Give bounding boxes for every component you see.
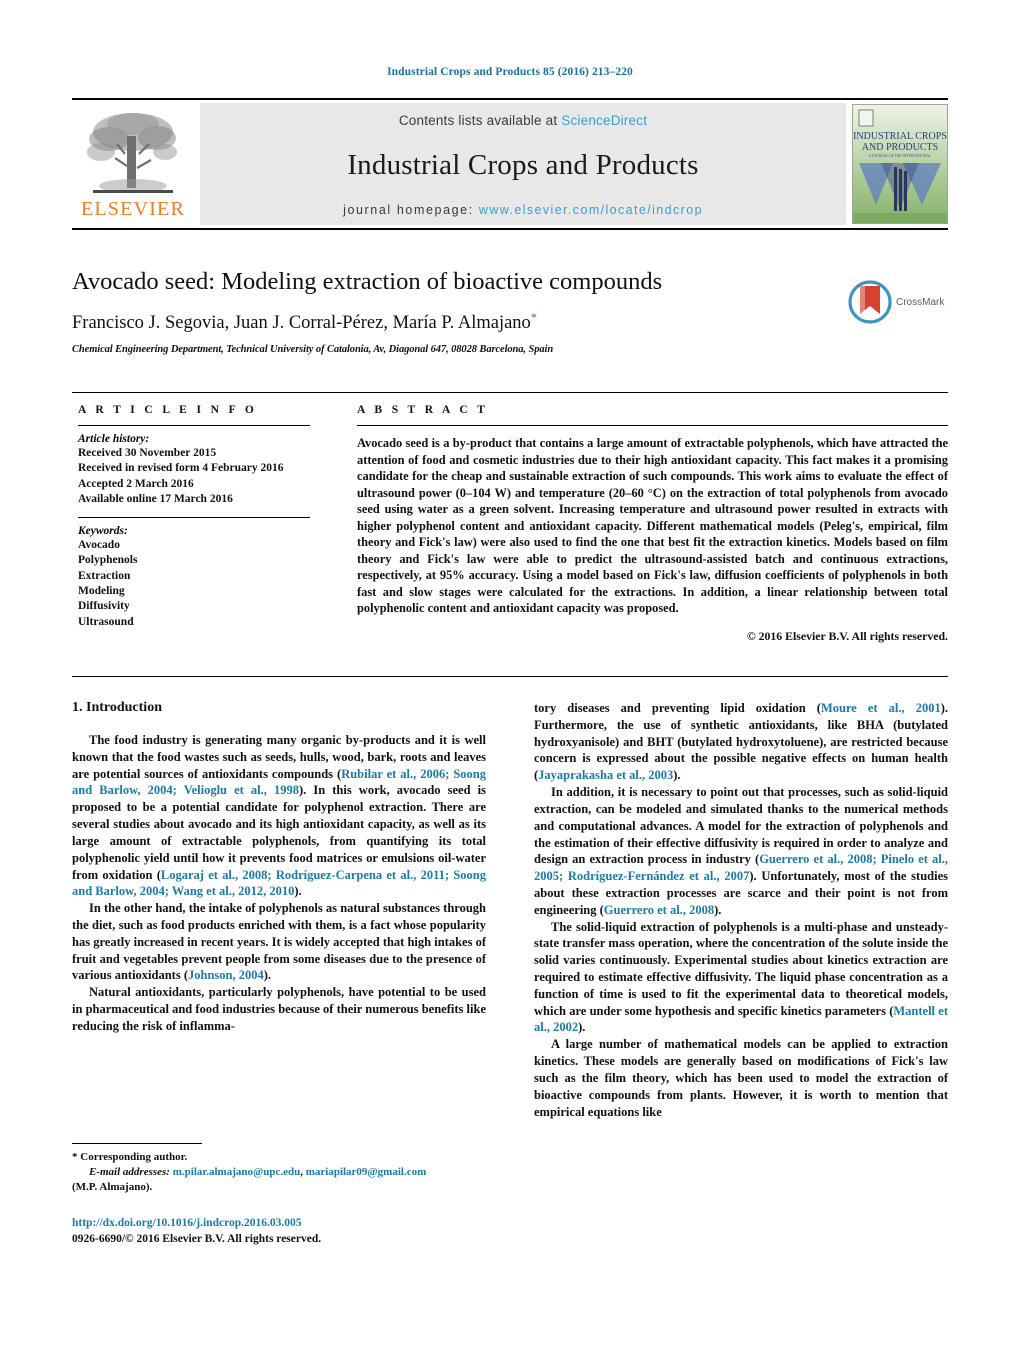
svg-text:A JOURNAL OF THE INTERNATIONAL: A JOURNAL OF THE INTERNATIONAL: [869, 154, 932, 158]
email-addresses-label: E-mail addresses:: [89, 1165, 170, 1178]
paragraph-text: ).: [578, 1020, 586, 1035]
footnote-block: * Corresponding author. E-mail addresses…: [72, 1143, 486, 1195]
crossmark-badge[interactable]: CrossMark: [848, 280, 948, 324]
article-info-column: A R T I C L E I N F O Article history: R…: [78, 404, 310, 630]
footer-block: http://dx.doi.org/10.1016/j.indcrop.2016…: [72, 1215, 486, 1247]
paragraph-text: The solid-liquid extraction of polypheno…: [534, 919, 948, 1018]
contents-available-line: Contents lists available at ScienceDirec…: [399, 113, 647, 128]
keyword-1: Polyphenols: [78, 554, 138, 567]
section-heading-introduction: 1. Introduction: [72, 700, 162, 715]
body-column-right: tory diseases and preventing lipid oxida…: [534, 700, 948, 1120]
journal-homepage-link[interactable]: www.elsevier.com/locate/indcrop: [479, 203, 703, 217]
abstract-rule: [357, 425, 948, 426]
publisher-logo: ELSEVIER: [72, 100, 194, 228]
body-paragraph: In addition, it is necessary to point ou…: [534, 784, 948, 919]
article-title-block: Avocado seed: Modeling extraction of bio…: [72, 268, 948, 355]
body-paragraph: The food industry is generating many org…: [72, 732, 486, 900]
journal-cover-image: INDUSTRIAL CROPS AND PRODUCTS A JOURNAL …: [853, 105, 947, 223]
footnote-rule: [72, 1143, 202, 1144]
email-addresses-note: E-mail addresses: m.pilar.almajano@upc.e…: [72, 1165, 486, 1180]
body-paragraph: A large number of mathematical models ca…: [534, 1036, 948, 1120]
body-paragraph: The solid-liquid extraction of polypheno…: [534, 919, 948, 1037]
crossmark-label: CrossMark: [896, 296, 945, 308]
body-paragraph: In the other hand, the intake of polyphe…: [72, 900, 486, 984]
paragraph-text: ).: [294, 884, 302, 899]
right-paragraph-container: tory diseases and preventing lipid oxida…: [534, 700, 948, 1120]
article-history-heading: Article history:: [78, 433, 150, 445]
keyword-4: Diffusivity: [78, 600, 130, 613]
email-owner: (M.P. Almajano).: [72, 1180, 153, 1193]
email-link-1[interactable]: m.pilar.almajano@upc.edu: [173, 1166, 300, 1178]
publisher-wordmark: ELSEVIER: [80, 198, 186, 220]
crossmark-icon: [848, 280, 892, 324]
abstract-copyright: © 2016 Elsevier B.V. All rights reserved…: [746, 629, 948, 644]
left-paragraph-container: The food industry is generating many org…: [72, 732, 486, 1035]
keywords-heading: Keywords:: [78, 525, 128, 538]
abstract-column: A B S T R A C T Avocado seed is a by-pro…: [357, 404, 948, 644]
journal-homepage-line: journal homepage: www.elsevier.com/locat…: [343, 203, 703, 217]
keyword-3: Modeling: [78, 584, 125, 597]
masthead-center-panel: Contents lists available at ScienceDirec…: [200, 103, 846, 225]
article-history-2: Accepted 2 March 2016: [78, 477, 194, 490]
corresponding-author-marker: *: [530, 310, 537, 325]
contents-prefix: Contents lists available at: [398, 113, 562, 128]
paragraph-text: tory diseases and preventing lipid oxida…: [534, 701, 821, 715]
journal-masthead: ELSEVIER Contents lists available at Sci…: [72, 98, 948, 230]
article-info-heading: A R T I C L E I N F O: [78, 404, 258, 416]
svg-text:INDUSTRIAL CROPS: INDUSTRIAL CROPS: [853, 131, 947, 142]
paragraph-text: Natural antioxidants, particularly polyp…: [72, 985, 486, 1033]
issn-copyright-line: 0926-6690/© 2016 Elsevier B.V. All right…: [72, 1233, 322, 1246]
keywords-rule: [78, 517, 310, 519]
author-list: Francisco J. Segovia, Juan J. Corral-Pér…: [72, 310, 948, 334]
keyword-0: Avocado: [78, 539, 120, 552]
paragraph-text: A large number of mathematical models ca…: [534, 1037, 948, 1119]
elsevier-tree-icon: [87, 113, 177, 193]
corresponding-author-note: * Corresponding author.: [72, 1151, 188, 1163]
journal-title: Industrial Crops and Products: [347, 149, 699, 181]
abstract-heading: A B S T R A C T: [357, 404, 489, 416]
sciencedirect-link[interactable]: ScienceDirect: [561, 113, 647, 128]
svg-text:AND PRODUCTS: AND PRODUCTS: [862, 142, 938, 153]
paragraph-text: ).: [714, 902, 722, 917]
citation-link[interactable]: Johnson, 2004: [188, 968, 264, 982]
info-abstract-top-rule: [72, 392, 948, 393]
article-history-1: Received in revised form 4 February 2016: [78, 462, 284, 475]
citation-link[interactable]: Guerrero et al., 2008: [604, 903, 714, 917]
author-names: Francisco J. Segovia, Juan J. Corral-Pér…: [72, 313, 531, 334]
page-title: Avocado seed: Modeling extraction of bio…: [72, 268, 663, 295]
journal-cover-thumbnail: INDUSTRIAL CROPS AND PRODUCTS A JOURNAL …: [852, 104, 948, 224]
body-top-rule: [72, 676, 948, 677]
body-column-left: 1. Introduction The food industry is gen…: [72, 700, 486, 1035]
doi-link[interactable]: http://dx.doi.org/10.1016/j.indcrop.2016…: [72, 1215, 486, 1231]
keyword-5: Ultrasound: [78, 615, 134, 628]
running-head: Industrial Crops and Products 85 (2016) …: [387, 66, 633, 78]
paper-page: Industrial Crops and Products 85 (2016) …: [0, 0, 1020, 1351]
paragraph-text: ).: [263, 968, 272, 983]
abstract-text: Avocado seed is a by-product that contai…: [357, 436, 948, 616]
keyword-2: Extraction: [78, 569, 131, 582]
body-paragraph: Natural antioxidants, particularly polyp…: [72, 984, 486, 1034]
paragraph-text: ).: [673, 768, 681, 783]
email-link-2[interactable]: mariapilar09@gmail.com: [306, 1166, 427, 1178]
citation-link[interactable]: Moure et al., 2001: [821, 701, 941, 715]
body-paragraph: tory diseases and preventing lipid oxida…: [534, 700, 948, 784]
citation-link[interactable]: Jayaprakasha et al., 2003: [538, 768, 673, 782]
article-info-rule: [78, 425, 310, 426]
homepage-prefix: journal homepage:: [343, 203, 479, 217]
paragraph-text: In the other hand, the intake of polyphe…: [72, 901, 486, 983]
article-history-0: Received 30 November 2015: [78, 447, 217, 459]
keywords-block: Keywords: Avocado Polyphenols Extraction…: [78, 517, 310, 630]
article-history-3: Available online 17 March 2016: [78, 492, 233, 505]
author-affiliation: Chemical Engineering Department, Technic…: [72, 344, 554, 356]
